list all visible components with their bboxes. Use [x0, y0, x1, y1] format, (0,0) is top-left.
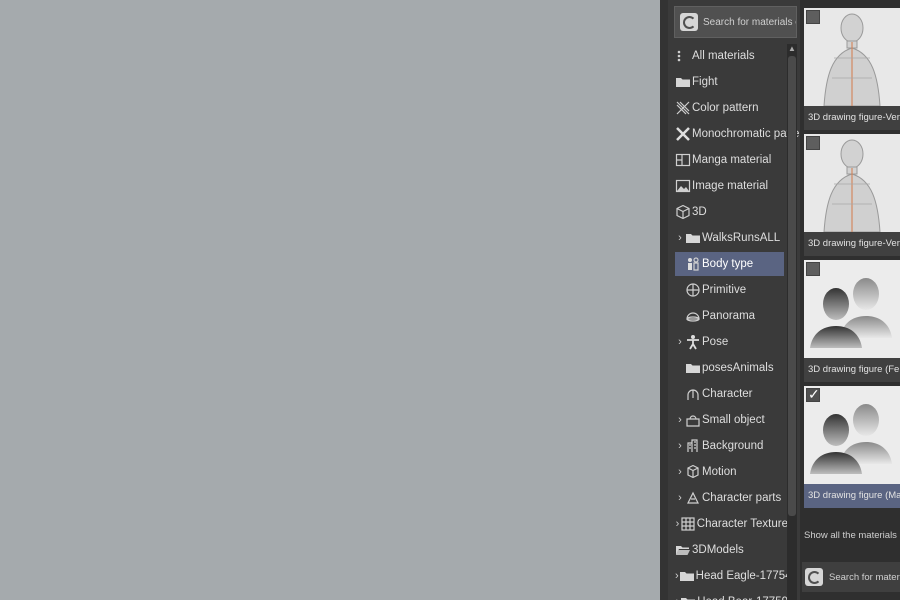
- texture-icon: [680, 516, 696, 532]
- tree-item[interactable]: Monochromatic patte: [675, 122, 799, 146]
- manga-icon: [675, 152, 691, 168]
- tree-item[interactable]: 3DModels: [675, 538, 788, 562]
- panel-divider[interactable]: [660, 0, 668, 600]
- primitive-icon: [685, 282, 701, 298]
- material-caption: 3D drawing figure-Ver.2: [804, 106, 900, 130]
- tree-item-label: Body type: [702, 258, 754, 270]
- tree-item-label: Image material: [692, 180, 769, 192]
- tree-item-label: All materials: [692, 50, 755, 62]
- tree-item[interactable]: › WalksRunsALL: [675, 226, 788, 250]
- chevron-right-icon[interactable]: ›: [675, 466, 685, 478]
- search-materials-label: Search for material: [829, 571, 900, 583]
- tree-item-label: Character parts: [702, 492, 782, 504]
- chevron-right-icon[interactable]: ›: [675, 336, 685, 348]
- material-checkbox[interactable]: [806, 136, 820, 150]
- tree-item[interactable]: Panorama: [675, 304, 788, 328]
- character-icon: [685, 386, 701, 402]
- tree-item-label: Character: [702, 388, 753, 400]
- search-assets-button[interactable]: Search for materials on A: [674, 6, 797, 38]
- chevron-right-icon[interactable]: ›: [675, 440, 685, 452]
- folder-icon: [685, 360, 701, 376]
- material-caption: 3D drawing figure (Fem: [804, 358, 900, 382]
- tree-item[interactable]: Color pattern: [675, 96, 788, 120]
- tree-item-label: Fight: [692, 76, 718, 88]
- chevron-right-icon[interactable]: ›: [675, 492, 685, 504]
- monochrome-pattern-icon: [675, 126, 691, 142]
- tree-item[interactable]: Body type: [675, 252, 784, 276]
- folder-icon: [685, 230, 701, 246]
- folder-icon: [675, 74, 691, 90]
- tree-item[interactable]: Fight: [675, 70, 788, 94]
- clip-studio-logo-icon: [805, 568, 823, 586]
- search-assets-label: Search for materials on A: [703, 16, 796, 28]
- color-pattern-icon: [675, 100, 691, 116]
- small-object-icon: [685, 412, 701, 428]
- tree-item[interactable]: 3D: [675, 200, 788, 224]
- material-card[interactable]: 3D drawing figure (Male: [804, 386, 900, 508]
- tree-item[interactable]: Image material: [675, 174, 788, 198]
- tree-item-label: Manga material: [692, 154, 772, 166]
- tree-item-label: Background: [702, 440, 764, 452]
- tree-item[interactable]: › Character Texture: [675, 512, 788, 536]
- folder-icon: [680, 594, 696, 600]
- tree-item[interactable]: posesAnimals: [675, 356, 788, 380]
- tree-item[interactable]: All materials: [675, 44, 788, 68]
- show-all-materials-link[interactable]: Show all the materials in th: [804, 530, 900, 541]
- material-card[interactable]: 3D drawing figure-Ver.2: [804, 134, 900, 256]
- motion-icon: [685, 464, 701, 480]
- tree-item-label: Head Bear-17759: [697, 596, 788, 600]
- tree-item[interactable]: › Small object: [675, 408, 788, 432]
- material-checkbox[interactable]: [806, 262, 820, 276]
- folder-icon: [679, 568, 695, 584]
- panorama-icon: [685, 308, 701, 324]
- tree-scrollbar[interactable]: ▲: [787, 44, 797, 600]
- tree-item[interactable]: › Motion: [675, 460, 788, 484]
- tree-item-label: posesAnimals: [702, 362, 774, 374]
- dots-icon: [675, 48, 691, 64]
- tree-item-label: Monochromatic patte: [692, 128, 800, 140]
- tree-item[interactable]: › Character parts: [675, 486, 788, 510]
- canvas-area[interactable]: [0, 0, 660, 600]
- tree-item[interactable]: Manga material: [675, 148, 788, 172]
- tree-item-label: Pose: [702, 336, 729, 348]
- tree-item-label: 3D: [692, 206, 707, 218]
- material-caption: 3D drawing figure-Ver.2: [804, 232, 900, 256]
- tree-item[interactable]: Primitive: [675, 278, 788, 302]
- material-card[interactable]: 3D drawing figure (Fem: [804, 260, 900, 382]
- material-list: Show all the materials in th Search for …: [800, 0, 900, 600]
- tree-item-label: Primitive: [702, 284, 747, 296]
- image-icon: [675, 178, 691, 194]
- tree-item[interactable]: › Head Eagle-17754: [675, 564, 792, 588]
- background-icon: [685, 438, 701, 454]
- chevron-right-icon[interactable]: ›: [675, 414, 685, 426]
- chevron-right-icon[interactable]: ›: [675, 232, 685, 244]
- body-type-icon: [685, 256, 701, 272]
- material-checkbox[interactable]: [806, 10, 820, 24]
- tree-item-label: Panorama: [702, 310, 756, 322]
- tree-item-label: Motion: [702, 466, 737, 478]
- scrollbar-thumb[interactable]: [788, 56, 796, 516]
- tree-item[interactable]: ›Head Bear-17759: [675, 590, 788, 600]
- search-materials-button[interactable]: Search for material: [802, 562, 900, 592]
- tree-item-label: Small object: [702, 414, 765, 426]
- tree-item-label: WalksRunsALL: [702, 232, 781, 244]
- material-tree-panel: Search for materials on A All materials F…: [668, 0, 800, 600]
- scroll-up-icon[interactable]: ▲: [787, 44, 797, 54]
- tree-item-label: Head Eagle-17754: [695, 570, 792, 582]
- tree-item[interactable]: › Background: [675, 434, 788, 458]
- material-checkbox[interactable]: [806, 386, 820, 403]
- tree-item[interactable]: Character: [675, 382, 788, 406]
- pose-icon: [685, 334, 701, 350]
- tree-item-label: Color pattern: [692, 102, 759, 114]
- character-parts-icon: [685, 490, 701, 506]
- material-caption: 3D drawing figure (Male: [804, 484, 900, 508]
- material-card[interactable]: 3D drawing figure-Ver.2: [804, 8, 900, 130]
- folder-open-icon: [675, 542, 691, 558]
- tree-item-label: 3DModels: [692, 544, 744, 556]
- tree-item-label: Character Texture: [696, 518, 788, 530]
- cube-icon: [675, 204, 691, 220]
- tree-item[interactable]: › Pose: [675, 330, 788, 354]
- clip-studio-logo-icon: [680, 13, 698, 31]
